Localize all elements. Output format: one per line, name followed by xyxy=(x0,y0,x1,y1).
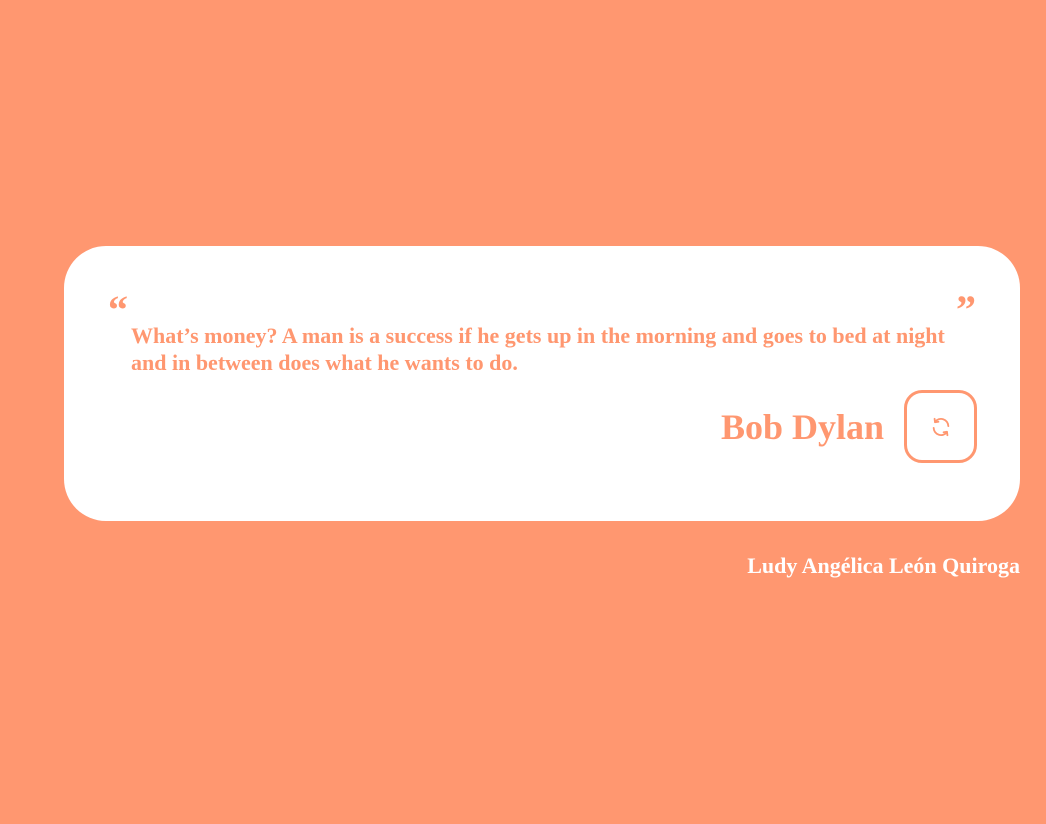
author-credit: Ludy Angélica León Quiroga xyxy=(747,553,1020,578)
close-quote-icon: ” xyxy=(956,287,976,332)
quote-author: Bob Dylan xyxy=(720,407,884,447)
refresh-icon xyxy=(930,416,952,438)
quote-card: “ ” What’s money? A man is a success if … xyxy=(64,246,1020,521)
open-quote-icon: “ xyxy=(108,287,128,332)
quote-text: What’s money? A man is a success if he g… xyxy=(131,323,945,375)
new-quote-button[interactable] xyxy=(904,390,977,463)
